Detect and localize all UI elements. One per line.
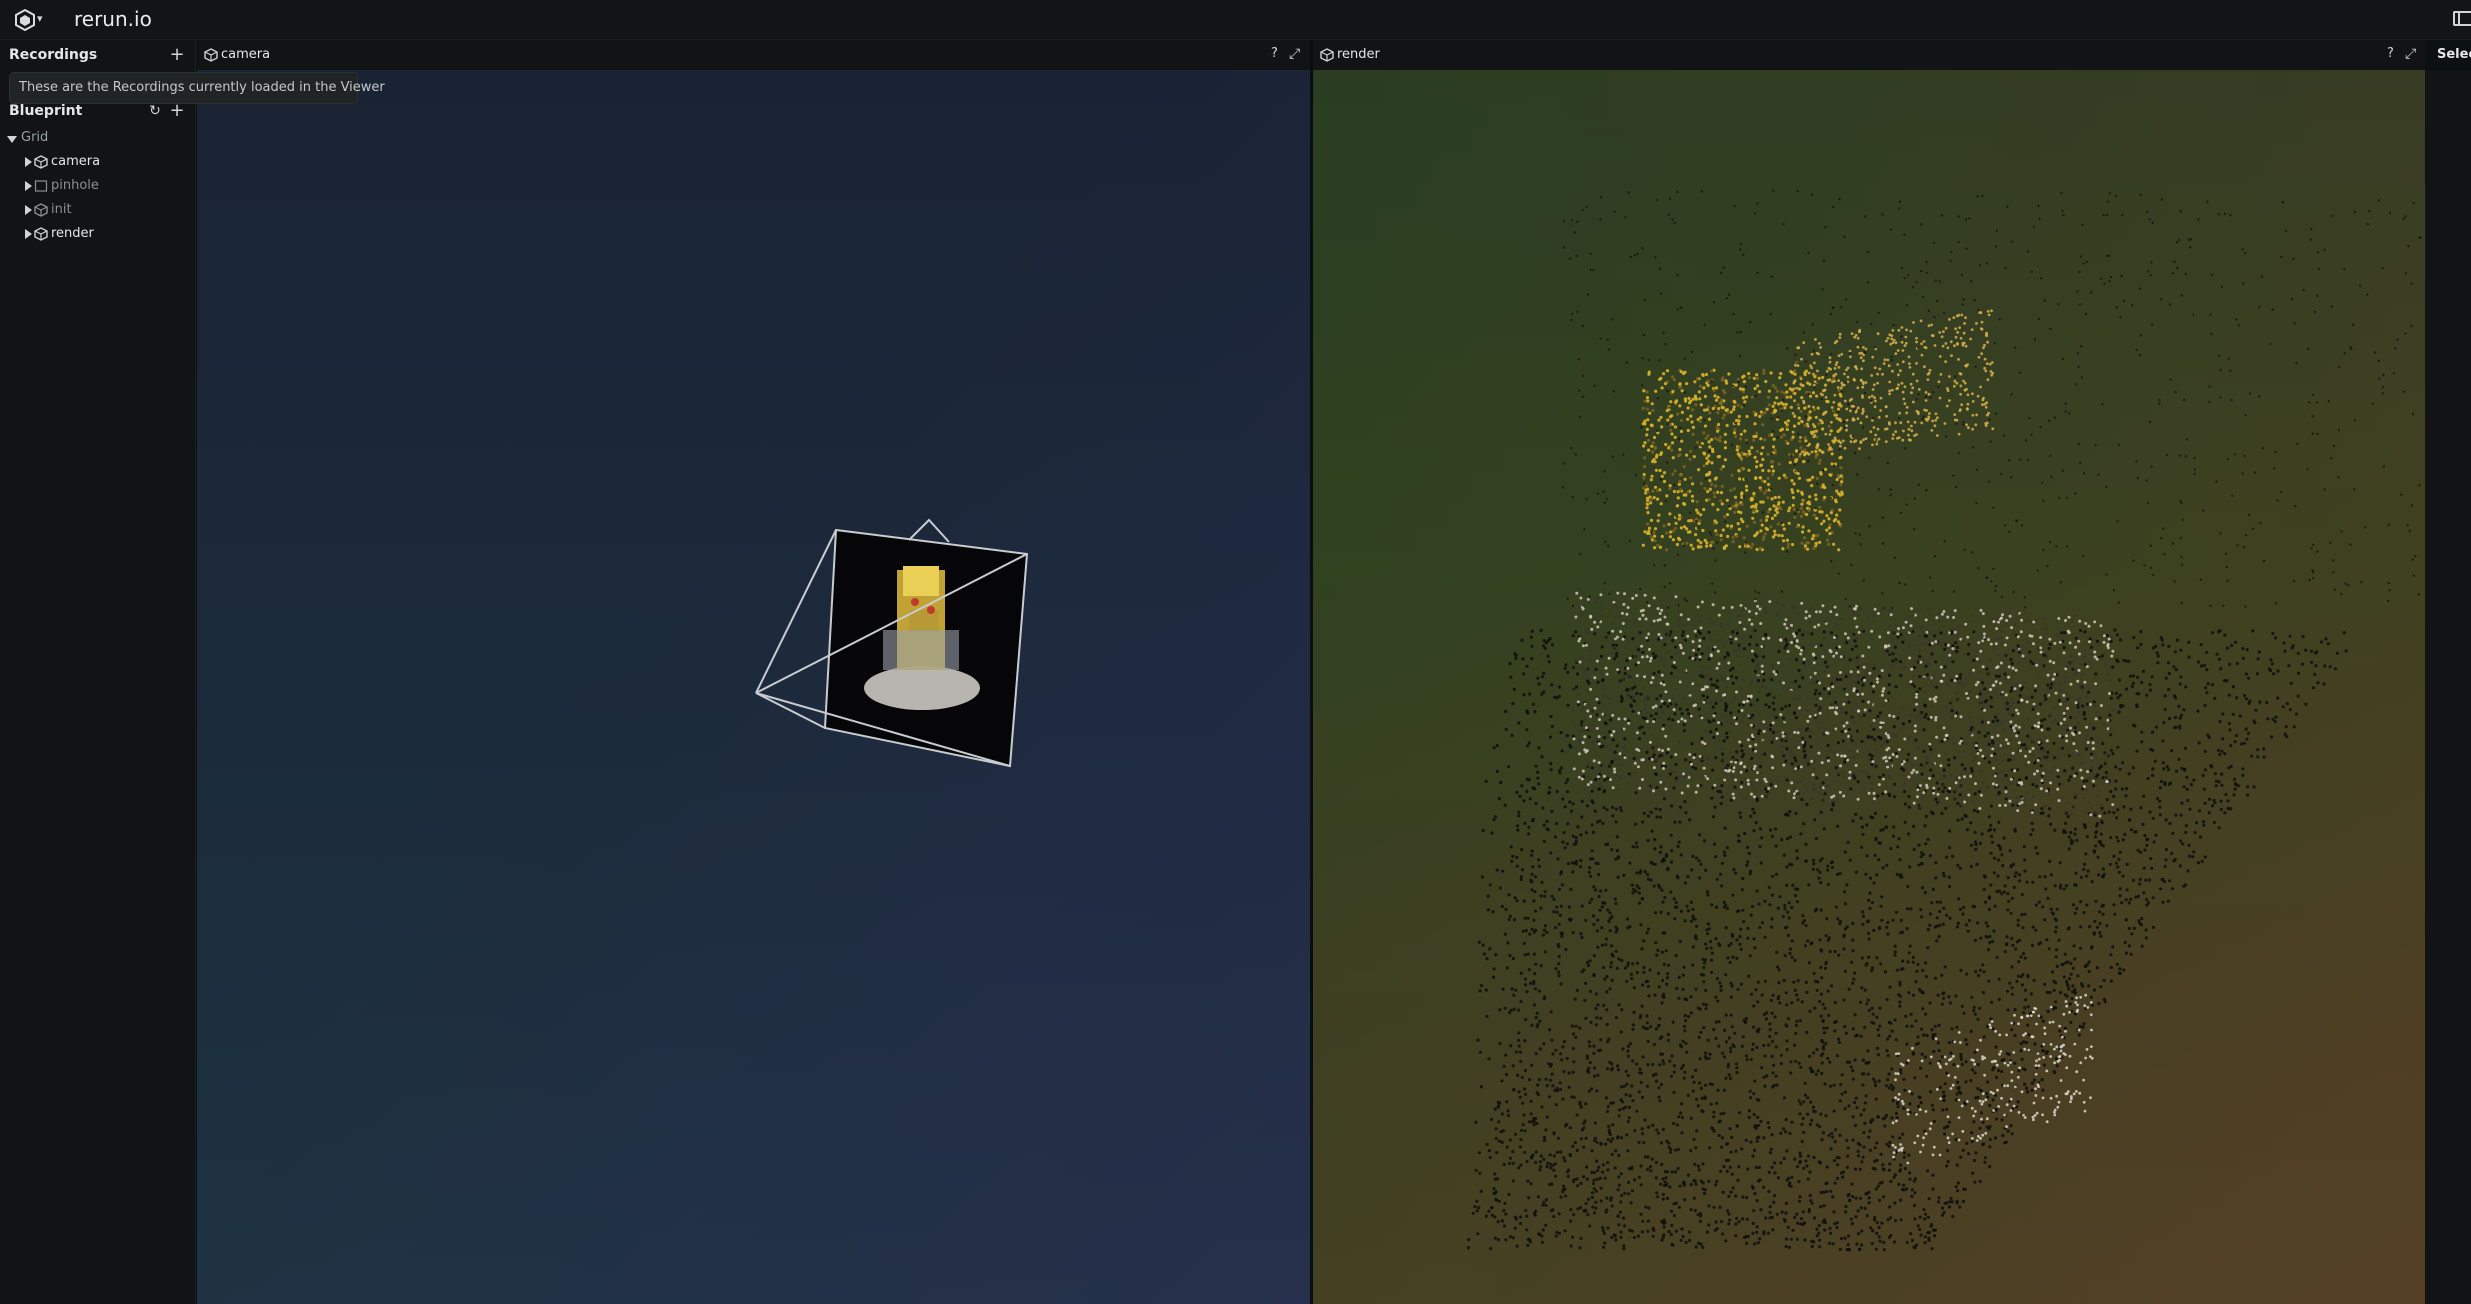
- tree-item-pinhole[interactable]: pinhole: [0, 175, 196, 199]
- 3d-view-icon: [34, 155, 48, 169]
- left-panel: Recordings + Blueprint ↻ + Grid camera p…: [0, 40, 196, 1304]
- tab-render[interactable]: render ? ⤢: [1313, 40, 2425, 70]
- view-title: camera: [221, 47, 271, 62]
- tab-camera[interactable]: camera ? ⤢: [197, 40, 1310, 70]
- tree-item-label: camera: [51, 154, 101, 169]
- tree-item-grid[interactable]: Grid: [0, 127, 196, 151]
- recordings-header: Recordings +: [0, 40, 196, 70]
- tooltip-text: These are the Recordings currently loade…: [19, 80, 385, 95]
- top-bar: ▾ rerun.io: [0, 0, 2471, 40]
- app-menu-chevron-down-icon[interactable]: ▾: [37, 12, 43, 25]
- selection-panel-title: Selection: [2437, 47, 2471, 62]
- view-title: render: [1337, 47, 1380, 62]
- recordings-tooltip: These are the Recordings currently loade…: [9, 72, 385, 104]
- camera-3d-viewport[interactable]: [197, 70, 1310, 1304]
- expand-chevron-right-icon[interactable]: [25, 229, 32, 239]
- tree-item-label: render: [51, 226, 94, 241]
- expand-chevron-right-icon[interactable]: [25, 205, 32, 215]
- 3d-view-icon: [204, 48, 218, 62]
- point-cloud: [1466, 189, 2422, 1252]
- recordings-title: Recordings: [9, 47, 98, 63]
- render-3d-viewport[interactable]: [1313, 70, 2425, 1304]
- help-button[interactable]: ?: [1271, 46, 1278, 61]
- camera-frustum-scene: [755, 518, 1029, 768]
- expand-chevron-right-icon[interactable]: [25, 181, 32, 191]
- 3d-view-icon: [1320, 48, 1334, 62]
- app-title: rerun.io: [74, 7, 152, 31]
- help-button[interactable]: ?: [2387, 46, 2394, 61]
- 3d-view-icon: [34, 227, 48, 241]
- blueprint-title: Blueprint: [9, 103, 83, 119]
- expand-chevron-down-icon[interactable]: [7, 136, 17, 143]
- tree-item-render[interactable]: render: [0, 223, 196, 247]
- tree-item-init[interactable]: init: [0, 199, 196, 223]
- selection-panel: [2425, 70, 2471, 1304]
- side-panel-icon[interactable]: [2453, 11, 2471, 26]
- maximize-icon[interactable]: ⤢: [2405, 46, 2416, 62]
- 2d-view-icon: [34, 179, 48, 193]
- tree-item-label: pinhole: [51, 178, 99, 193]
- tree-item-camera[interactable]: camera: [0, 151, 196, 175]
- 3d-view-icon: [34, 203, 48, 217]
- tree-item-label: Grid: [21, 130, 49, 145]
- add-recording-plus-icon[interactable]: +: [167, 44, 187, 66]
- maximize-icon[interactable]: ⤢: [1289, 46, 1300, 62]
- expand-chevron-right-icon[interactable]: [25, 157, 32, 167]
- rerun-logo-icon[interactable]: [14, 9, 36, 31]
- tree-item-label: init: [51, 202, 72, 217]
